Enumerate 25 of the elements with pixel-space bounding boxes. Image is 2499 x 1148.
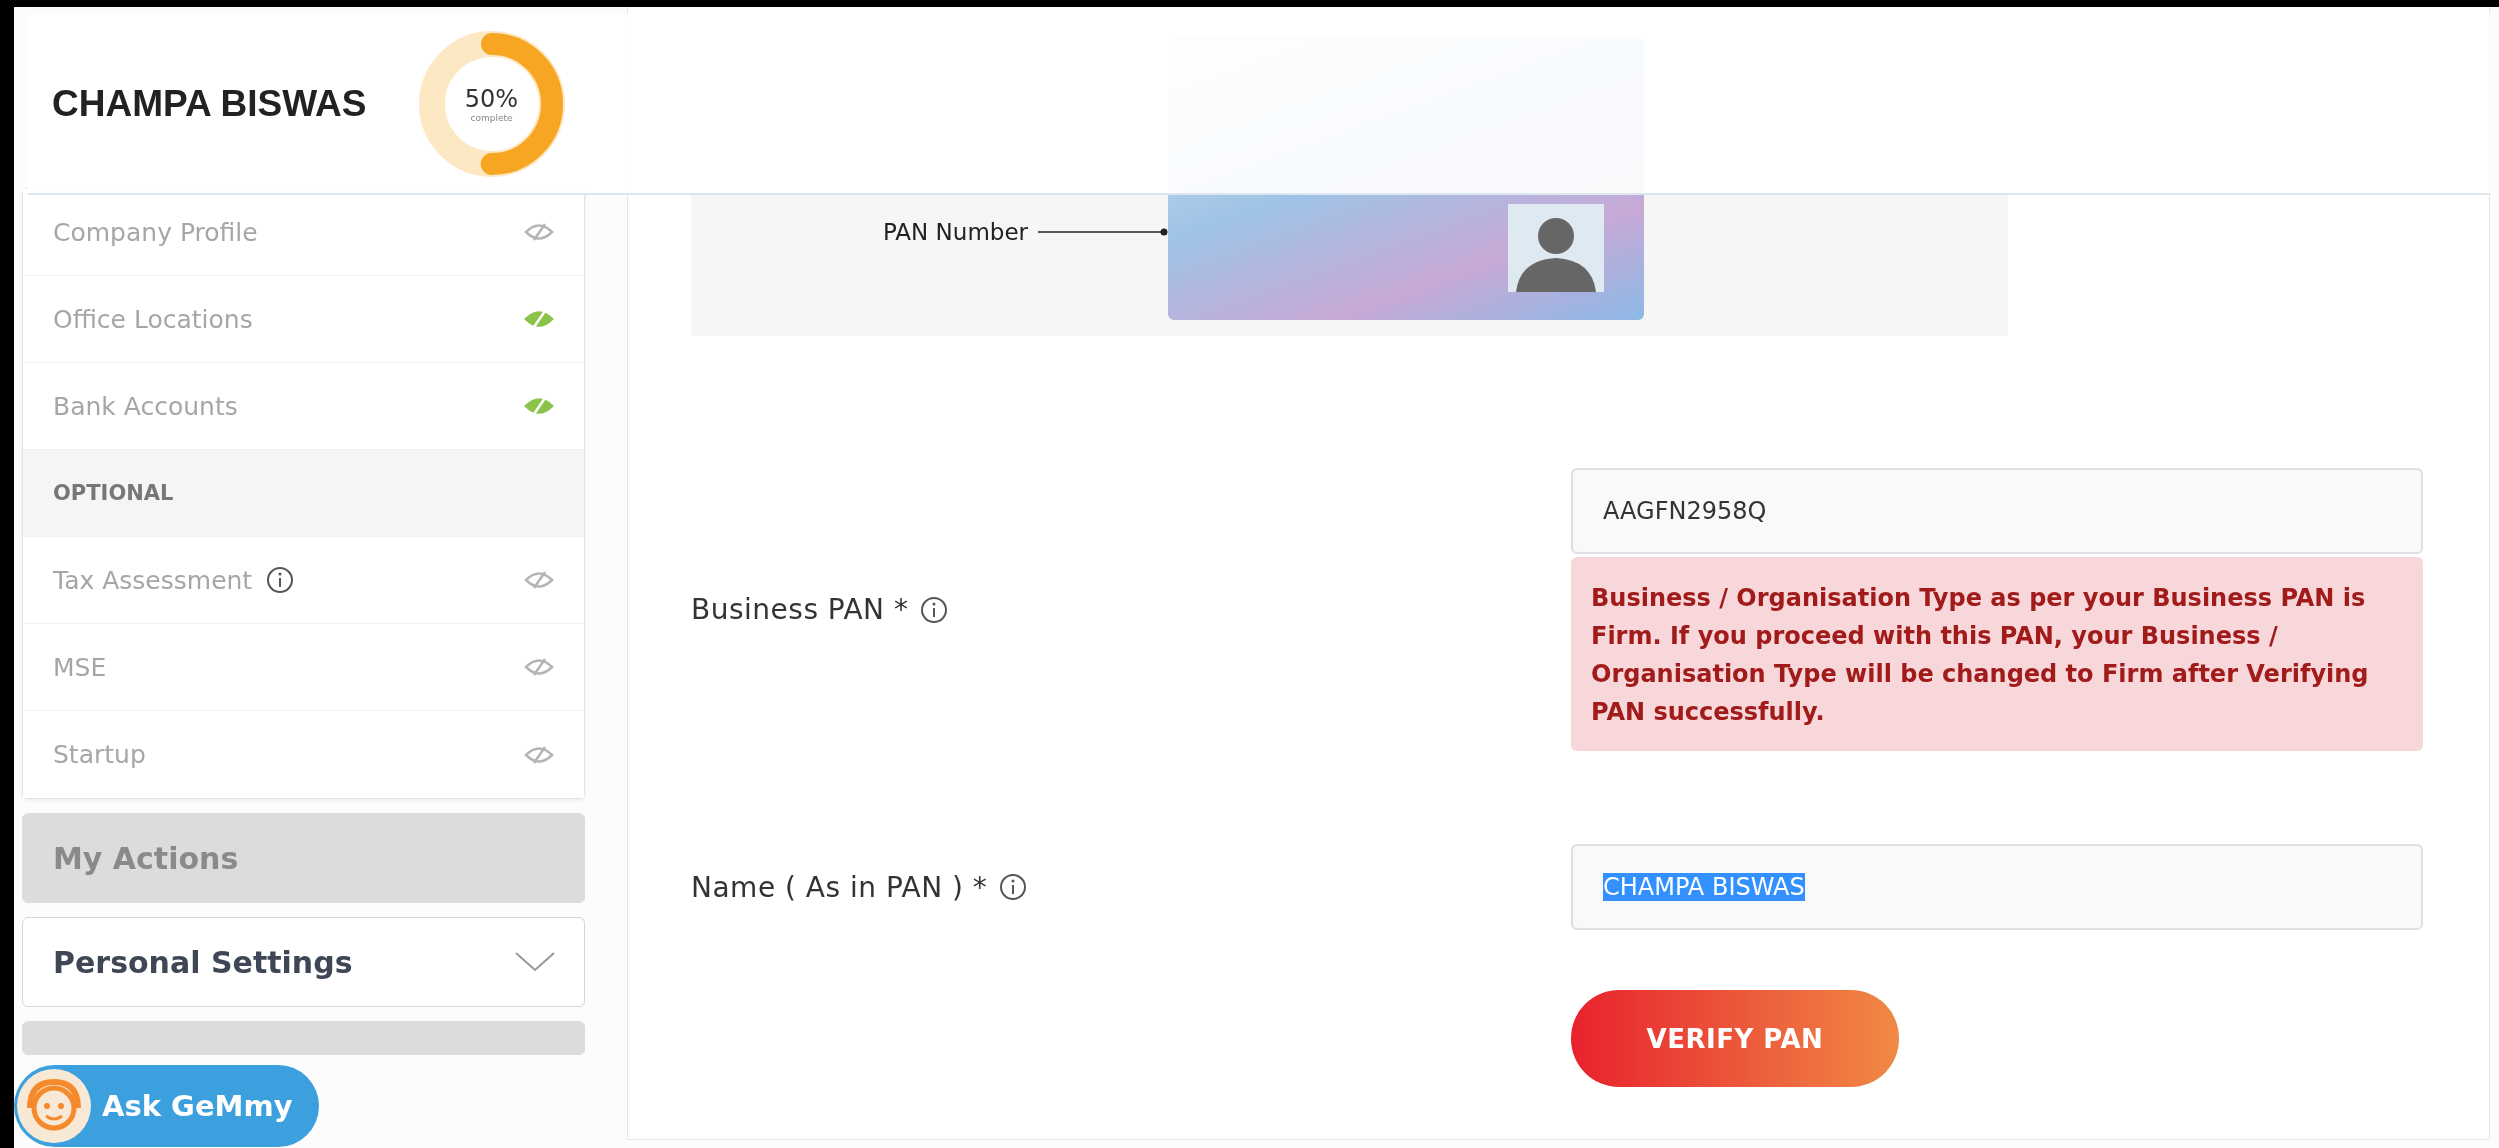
sidebar-item[interactable]: Startup	[53, 740, 146, 769]
sidebar-panel[interactable]: Personal Settings	[22, 917, 585, 1007]
sidebar-item[interactable]: Office Locations	[53, 304, 253, 334]
progress-reading: 50%	[464, 84, 519, 113]
field-label: Business PAN *	[691, 593, 909, 626]
sidebar-heading: OPTIONAL	[53, 481, 174, 505]
info-icon[interactable]	[266, 566, 295, 594]
input-field[interactable]: AAGFN2958Q	[1571, 468, 2423, 554]
assistant-button[interactable]: Ask GeMmy	[14, 1065, 319, 1147]
callout-label: PAN Number	[882, 219, 1028, 245]
panel-title: Personal Settings	[53, 944, 353, 980]
input-field[interactable]: CHAMPA BISWAS	[1571, 844, 2423, 930]
progress-caption: complete	[470, 112, 513, 123]
sidebar-panel[interactable]: My Actions	[22, 813, 585, 903]
sidebar-item[interactable]: MSE	[53, 652, 107, 682]
user-name: CHAMPA BISWAS	[52, 82, 367, 125]
sidebar-item[interactable]: Company Profile	[53, 217, 258, 247]
warning-message: Business / Organisation Type as per your Business PAN is Firm. If you proceed with this PAN, your Business / Organisation Type will be changed to Firm after Verifying PAN successfully.	[1571, 557, 2423, 751]
info-icon[interactable]	[920, 595, 949, 624]
sidebar-item[interactable]: Tax Assessment	[53, 565, 253, 595]
info-icon[interactable]	[999, 873, 1028, 901]
assistant-avatar-icon	[16, 1068, 92, 1144]
sidebar-item[interactable]: Bank Accounts	[53, 391, 238, 421]
verify-button[interactable]: VERIFY PAN	[1571, 990, 1899, 1087]
field-label: Name ( As in PAN ) *	[691, 870, 988, 904]
